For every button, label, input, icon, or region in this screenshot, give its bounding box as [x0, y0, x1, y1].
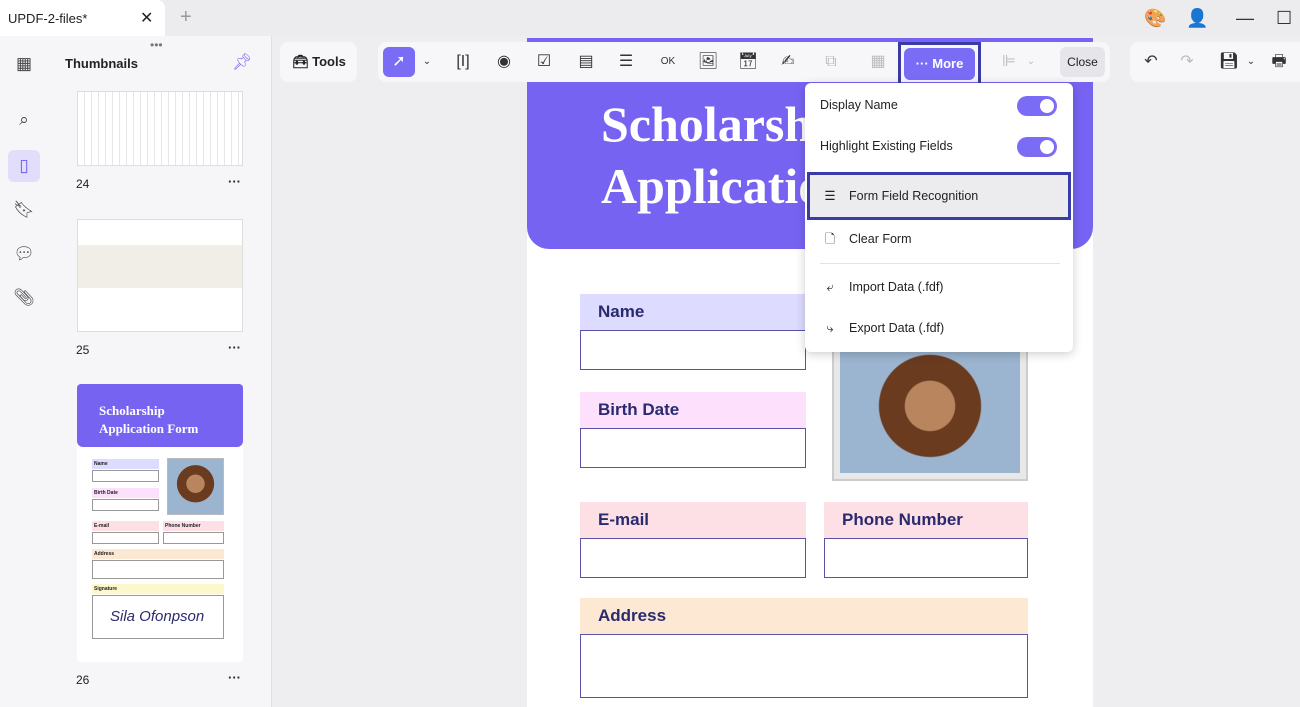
display-name-option[interactable]: Display Name [805, 86, 1073, 126]
page-number: 24 [76, 177, 90, 191]
page-options-button[interactable]: ··· [228, 670, 241, 685]
radio-button-icon[interactable]: ◉ [491, 50, 517, 74]
thumbnail-page-26[interactable]: Scholarship Application Form Name Birth D… [77, 384, 243, 662]
birth-date-field[interactable] [580, 428, 806, 468]
highlight-fields-option[interactable]: Highlight Existing Fields [805, 127, 1073, 167]
menu-divider [820, 263, 1060, 264]
tools-label: Tools [312, 54, 346, 69]
pin-icon[interactable]: 📌︎ [232, 52, 252, 72]
text-field-icon[interactable]: [I] [450, 50, 476, 74]
thumb-label: Birth Date [92, 488, 159, 498]
right-toolbar: ↶ ↷ 💾︎ ⌄ 🖶 [1130, 42, 1300, 82]
tools-button[interactable]: 🧰︎ Tools [280, 42, 357, 82]
email-field[interactable] [580, 538, 806, 578]
thumbnail-page-25[interactable] [77, 219, 243, 332]
button-field-icon[interactable]: OK [655, 50, 681, 74]
highlight-toggle[interactable] [1017, 137, 1057, 157]
phone-label: Phone Number [824, 502, 1028, 538]
print-icon[interactable]: 🖶 [1266, 50, 1292, 74]
thumb-photo [167, 458, 224, 515]
title-bar: UPDF-2-files* ✕ + 🎨 👤 — ☐ [0, 0, 1300, 36]
display-name-toggle[interactable] [1017, 96, 1057, 116]
checkbox-icon[interactable]: ☑ [531, 50, 557, 74]
minimize-icon[interactable]: — [1236, 8, 1254, 29]
thumb-label: Signature [92, 584, 224, 594]
new-tab-icon[interactable]: + [180, 6, 192, 29]
close-tab-icon[interactable]: ✕ [140, 8, 153, 28]
select-pointer-icon[interactable]: ➚ [383, 47, 415, 77]
chevron-down-icon[interactable]: ⌄ [1018, 50, 1044, 74]
clear-form-item[interactable]: 🗋 Clear Form [805, 218, 1073, 258]
tab-title: UPDF-2-files* [8, 11, 88, 26]
more-button[interactable]: ··· More [898, 42, 981, 86]
list-box-icon[interactable]: ☰ [613, 50, 639, 74]
palette-icon[interactable]: 🎨 [1144, 8, 1166, 29]
pages-icon[interactable]: ▯ [8, 150, 40, 182]
duplicate-icon[interactable]: ⧉ [818, 50, 844, 74]
name-field[interactable] [580, 330, 806, 370]
menu-label: Export Data (.fdf) [849, 321, 945, 335]
export-data-item[interactable]: ⤷ Export Data (.fdf) [805, 309, 1073, 349]
thumb-label: Name [92, 459, 159, 469]
profile-photo[interactable] [832, 343, 1028, 481]
thumb-signature: Sila Ofonpson [92, 595, 224, 639]
page-options-button[interactable]: ··· [228, 340, 241, 355]
dropdown-field-icon[interactable]: ▤ [573, 50, 599, 74]
form-toolbar: ➚ ⌄ [I] ◉ ☑ ▤ ☰ OK 🖼︎ 📅︎ ✍︎ ⧉ ▦ ··· More… [378, 42, 1110, 86]
form-field-recognition-item[interactable]: ☰ Form Field Recognition [807, 172, 1071, 220]
user-icon[interactable]: 👤 [1186, 8, 1208, 29]
undo-icon[interactable]: ↶ [1138, 50, 1164, 74]
resize-handle[interactable]: ••• [150, 38, 163, 52]
clear-form-icon: 🗋 [824, 232, 836, 246]
maximize-icon[interactable]: ☐ [1276, 8, 1292, 29]
page-number: 25 [76, 343, 90, 357]
panel-title: Thumbnails [65, 56, 138, 71]
recognition-icon: ☰ [824, 189, 836, 203]
search-icon[interactable]: ⌕ [10, 106, 38, 134]
menu-label: Highlight Existing Fields [820, 139, 953, 153]
import-data-item[interactable]: ⤶ Import Data (.fdf) [805, 268, 1073, 308]
thumb-label: Phone Number [163, 521, 224, 531]
redo-icon[interactable]: ↷ [1174, 50, 1200, 74]
thumb-title: Scholarship [99, 403, 165, 418]
attachment-icon[interactable]: 📎︎ [10, 284, 38, 312]
more-label: More [932, 56, 964, 71]
name-label: Name [580, 294, 806, 330]
apps-icon[interactable]: ▦ [10, 50, 38, 78]
image-field-icon[interactable]: 🖼︎ [695, 50, 721, 74]
thumb-label: Address [92, 549, 224, 559]
import-icon: ⤶ [826, 280, 834, 294]
chevron-down-icon[interactable]: ⌄ [414, 50, 440, 74]
address-field[interactable] [580, 634, 1028, 698]
thumbnails-panel: Thumbnails ••• 📌︎ 24 ··· 25 ··· Scholars… [48, 36, 272, 707]
phone-field[interactable] [824, 538, 1028, 578]
close-button[interactable]: Close [1060, 47, 1105, 77]
grid-icon[interactable]: ▦ [865, 50, 891, 74]
email-label: E-mail [580, 502, 806, 538]
address-label: Address [580, 598, 1028, 634]
bookmark-icon[interactable]: 🔖︎ [10, 196, 38, 224]
chevron-down-icon[interactable]: ⌄ [1238, 50, 1264, 74]
thumb-title: Application Form [99, 421, 199, 436]
menu-label: Form Field Recognition [849, 189, 979, 203]
page-number: 26 [76, 673, 90, 687]
page-options-button[interactable]: ··· [228, 174, 241, 189]
signature-field-icon[interactable]: ✍︎ [775, 50, 801, 74]
menu-label: Display Name [820, 98, 898, 112]
thumb-label: E-mail [92, 521, 159, 531]
thumbnail-page-24[interactable] [77, 91, 243, 166]
left-rail: ▦ ⌕ ▯ 🔖︎ 💬︎ 📎︎ [0, 36, 48, 707]
export-icon: ⤷ [826, 321, 834, 335]
date-field-icon[interactable]: 📅︎ [735, 50, 761, 74]
birth-date-label: Birth Date [580, 392, 806, 428]
comment-icon[interactable]: 💬︎ [10, 240, 38, 268]
more-menu: Display Name Highlight Existing Fields ☰… [805, 83, 1073, 352]
menu-label: Import Data (.fdf) [849, 280, 944, 294]
menu-label: Clear Form [849, 232, 912, 246]
